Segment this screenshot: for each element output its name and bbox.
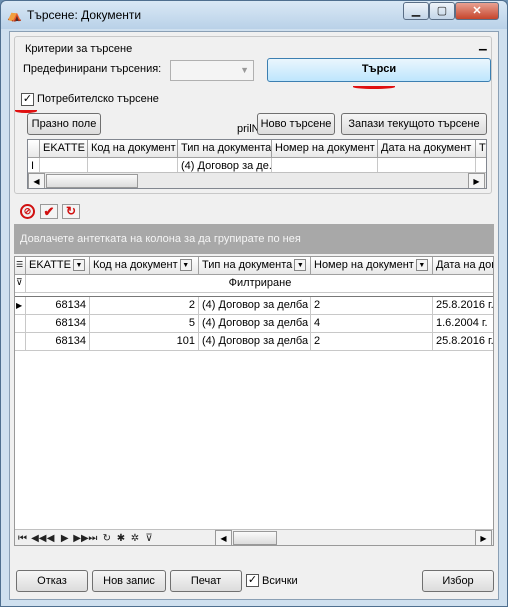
- table-cell[interactable]: (4) Договор за делба: [199, 315, 311, 333]
- grid-corner: [28, 140, 40, 158]
- criteria-legend: Критерии за търсене: [25, 43, 133, 55]
- user-search-label: Потребителско търсене: [37, 93, 159, 105]
- row-marker: [15, 333, 26, 351]
- first-record-icon[interactable]: ⏮: [17, 533, 28, 544]
- next-record-icon[interactable]: ▶: [59, 533, 70, 544]
- table-cell[interactable]: 2: [311, 333, 433, 351]
- app-icon: ⛺: [7, 8, 22, 22]
- row-pointer-icon: ▶: [15, 297, 26, 315]
- results-col-ekatte[interactable]: EKATTE ▼: [26, 257, 90, 275]
- group-by-hint: Довлачете антетката на колона за да груп…: [20, 233, 301, 245]
- cancel-filter-icon[interactable]: ⊘: [20, 204, 35, 219]
- scroll-right-icon[interactable]: ▶: [475, 530, 492, 545]
- criteria-group: Критерии за търсене ▁ Предефинирани търс…: [14, 36, 492, 194]
- all-checkbox[interactable]: ✓: [246, 574, 259, 587]
- predefined-searches-select[interactable]: ▼: [170, 60, 254, 81]
- search-underline-mark: [353, 85, 395, 89]
- title-bar[interactable]: ⛺ Търсене: Документи ▁ ▢ ✕: [1, 1, 507, 29]
- search-button[interactable]: Търси: [267, 58, 491, 82]
- criteria-col-doc-number[interactable]: Номер на документ: [272, 140, 378, 158]
- refresh-icon[interactable]: ↻: [101, 533, 112, 544]
- results-col-doc-code[interactable]: Код на документ ▼: [90, 257, 199, 275]
- criteria-col-ekatte[interactable]: EKATTE: [40, 140, 88, 158]
- column-dropdown-icon[interactable]: ▼: [294, 259, 307, 272]
- filter-row-icon: ⊽: [15, 275, 26, 293]
- table-cell[interactable]: 68134: [26, 297, 90, 315]
- criteria-col-doc-date[interactable]: Дата на документ: [378, 140, 476, 158]
- table-cell[interactable]: 2: [311, 297, 433, 315]
- user-search-checkbox[interactable]: ✓: [21, 93, 34, 106]
- new-search-button[interactable]: Ново търсене: [257, 113, 335, 135]
- cancel-button[interactable]: Отказ: [16, 570, 88, 592]
- all-label: Всички: [262, 575, 298, 587]
- table-cell[interactable]: 68134: [26, 333, 90, 351]
- results-col-doc-date[interactable]: Дата на док: [433, 257, 493, 275]
- table-cell[interactable]: 5: [90, 315, 199, 333]
- delete-icon[interactable]: ✲: [130, 533, 141, 544]
- table-cell[interactable]: 25.8.2016 г.: [433, 297, 493, 315]
- results-grid[interactable]: ☰ EKATTE ▼ Код на документ ▼ Тип на докуме…: [14, 256, 494, 546]
- grid-options-icon[interactable]: ☰: [15, 257, 26, 275]
- criteria-grid[interactable]: EKATTE Код на документ Тип на документа …: [27, 139, 487, 189]
- collapse-icon[interactable]: ▁: [479, 40, 487, 51]
- results-col-doc-number[interactable]: Номер на документ ▼: [311, 257, 433, 275]
- next-page-icon[interactable]: ▶▶: [73, 533, 88, 544]
- table-cell[interactable]: 25.8.2016 г.: [433, 333, 493, 351]
- save-current-search-button[interactable]: Запази текущото търсене: [341, 113, 487, 135]
- minimize-button[interactable]: ▁: [403, 2, 429, 20]
- maximize-button[interactable]: ▢: [429, 2, 455, 20]
- scroll-left-icon[interactable]: ◀: [28, 173, 45, 188]
- close-button[interactable]: ✕: [455, 2, 499, 20]
- client-area: Критерии за търсене ▁ Предефинирани търс…: [9, 31, 499, 600]
- filter-toolbar: ⊘ ✔ ↻: [20, 204, 86, 220]
- record-navigator: ⏮ ◀◀ ◀ ▶ ▶▶ ⏭ ↻ ✱ ✲ ⊽: [17, 532, 217, 544]
- minimize-icon: ▁: [411, 5, 421, 17]
- print-button[interactable]: Печат: [170, 570, 242, 592]
- filter-row[interactable]: Филтриране: [26, 275, 493, 293]
- table-cell[interactable]: 101: [90, 333, 199, 351]
- filter-icon[interactable]: ⊽: [144, 533, 155, 544]
- window-title: Търсене: Документи: [27, 8, 142, 22]
- column-dropdown-icon[interactable]: ▼: [415, 259, 428, 272]
- criteria-col-doc-type[interactable]: Тип на документа: [178, 140, 272, 158]
- last-record-icon[interactable]: ⏭: [87, 533, 98, 544]
- maximize-icon: ▢: [436, 5, 448, 17]
- table-cell[interactable]: 68134: [26, 315, 90, 333]
- search-documents-window: ⛺ Търсене: Документи ▁ ▢ ✕ Критерии за т…: [0, 0, 508, 607]
- insert-icon[interactable]: ✱: [115, 533, 126, 544]
- criteria-h-scrollbar[interactable]: ◀ ▶: [28, 172, 486, 188]
- scroll-left-icon[interactable]: ◀: [215, 530, 232, 545]
- scroll-right-icon[interactable]: ▶: [468, 173, 485, 188]
- table-cell[interactable]: 1.6.2004 г.: [433, 315, 493, 333]
- table-cell[interactable]: (4) Договор за делба: [199, 333, 311, 351]
- table-cell[interactable]: 2: [90, 297, 199, 315]
- column-dropdown-icon[interactable]: ▼: [72, 259, 85, 272]
- criteria-col-t[interactable]: Т: [476, 140, 486, 158]
- table-cell[interactable]: 4: [311, 315, 433, 333]
- results-col-doc-type[interactable]: Тип на документа ▼: [199, 257, 311, 275]
- select-button[interactable]: Избор: [422, 570, 494, 592]
- column-dropdown-icon[interactable]: ▼: [179, 259, 192, 272]
- refresh-filter-icon[interactable]: ↻: [62, 204, 80, 219]
- navigator-bar: ⏮ ◀◀ ◀ ▶ ▶▶ ⏭ ↻ ✱ ✲ ⊽ ◀ ▶: [15, 529, 493, 545]
- chevron-down-icon: ▼: [240, 65, 249, 75]
- prev-record-icon[interactable]: ◀: [45, 533, 56, 544]
- row-marker: [15, 315, 26, 333]
- predefined-searches-label: Предефинирани търсения:: [23, 63, 162, 75]
- scroll-thumb[interactable]: [46, 174, 138, 188]
- empty-field-button[interactable]: Празно поле: [27, 113, 101, 135]
- close-icon: ✕: [472, 5, 482, 17]
- scroll-thumb[interactable]: [233, 531, 277, 545]
- prev-page-icon[interactable]: ◀◀: [31, 533, 46, 544]
- group-by-band[interactable]: Довлачете антетката на колона за да груп…: [14, 224, 494, 254]
- new-record-button[interactable]: Нов запис: [92, 570, 166, 592]
- criteria-col-doc-code[interactable]: Код на документ: [88, 140, 178, 158]
- check-filter-icon[interactable]: ✔: [40, 204, 58, 219]
- table-cell[interactable]: (4) Договор за делба: [199, 297, 311, 315]
